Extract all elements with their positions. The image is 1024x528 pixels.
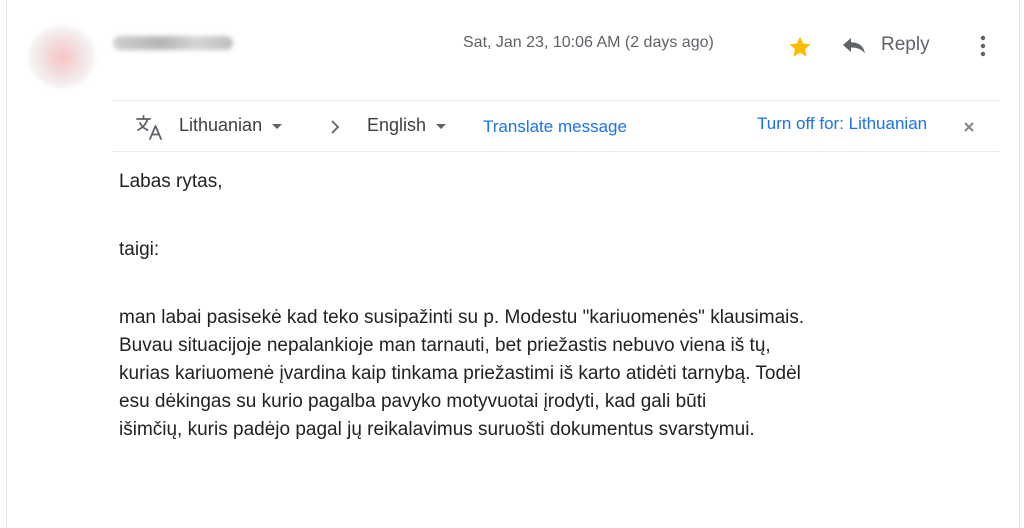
body-line: taigi: bbox=[119, 239, 160, 260]
chevron-right-icon bbox=[331, 120, 340, 134]
star-icon[interactable] bbox=[787, 34, 813, 60]
translate-icon bbox=[136, 115, 162, 140]
source-language-label: Lithuanian bbox=[179, 115, 263, 135]
source-language-select[interactable]: Lithuanian bbox=[179, 115, 283, 136]
reply-icon bbox=[843, 38, 865, 54]
sender-name-redacted[interactable] bbox=[113, 36, 233, 50]
chevron-down-icon bbox=[272, 124, 283, 129]
chevron-down-icon bbox=[436, 124, 447, 129]
close-icon[interactable] bbox=[963, 121, 975, 133]
translate-bar: Lithuanian English Translate message Tur… bbox=[113, 100, 999, 152]
paragraph-line: Buvau situacijoje nepalankioje man tarna… bbox=[119, 335, 771, 356]
message-date: Sat, Jan 23, 10:06 AM (2 days ago) bbox=[463, 34, 714, 51]
target-language-label: English bbox=[367, 115, 427, 135]
email-message: Sat, Jan 23, 10:06 AM (2 days ago) Reply bbox=[6, 0, 1020, 528]
paragraph-line: esu dėkingas su kurio pagalba pavyko mot… bbox=[119, 391, 707, 412]
target-language-select[interactable]: English bbox=[367, 115, 447, 136]
turn-off-translation-link[interactable]: Turn off for: Lithuanian bbox=[757, 114, 927, 134]
paragraph-line: kurias kariuomenė įvardina kaip tinkama … bbox=[119, 363, 801, 384]
reply-button[interactable]: Reply bbox=[841, 28, 930, 62]
paragraph-line: išimčių, kuris padėjo pagal jų reikalavi… bbox=[119, 419, 755, 440]
reply-label: Reply bbox=[881, 34, 930, 55]
sender-avatar[interactable] bbox=[29, 26, 95, 88]
more-vert-icon[interactable] bbox=[973, 32, 993, 60]
message-body: Labas rytas, taigi: man labai pasisekė k… bbox=[119, 168, 1009, 444]
paragraph-line: man labai pasisekė kad teko susipažinti … bbox=[119, 307, 805, 328]
translate-message-link[interactable]: Translate message bbox=[483, 117, 627, 137]
greeting-line: Labas rytas, bbox=[119, 171, 223, 192]
